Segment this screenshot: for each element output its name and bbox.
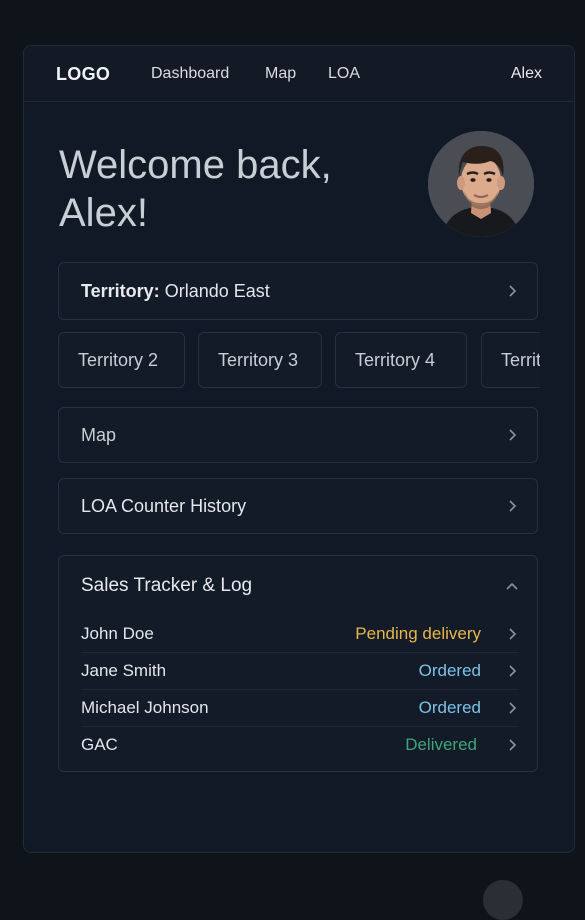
welcome-line-1: Welcome back, (59, 143, 332, 187)
top-nav: LOGO Dashboard Map LOA Alex (24, 46, 574, 102)
chevron-right-icon (509, 500, 517, 512)
app-card: LOGO Dashboard Map LOA Alex Welcome back… (23, 45, 575, 853)
territory-label: Territory: Orlando East (81, 281, 270, 302)
sales-log-row[interactable]: John Doe Pending delivery (81, 616, 519, 653)
customer-name: GAC (81, 735, 118, 754)
sales-log-row[interactable]: Michael Johnson Ordered (81, 690, 519, 727)
chevron-right-icon (509, 665, 517, 677)
territory-chip-strip: Territory 2 Territory 3 Territory 4 Terr… (58, 332, 540, 390)
sales-tracker-panel: Sales Tracker & Log John Doe Pending del… (58, 555, 538, 772)
map-row[interactable]: Map (58, 407, 538, 463)
chevron-right-icon (509, 739, 517, 751)
territory-chip[interactable]: Territory 5 (481, 332, 540, 388)
status-badge: Delivered (405, 735, 477, 754)
chevron-right-icon (509, 702, 517, 714)
sales-log-row[interactable]: GAC Delivered (81, 727, 519, 763)
floating-action-button[interactable] (483, 880, 523, 920)
logo[interactable]: LOGO (56, 64, 110, 85)
nav-link-dashboard[interactable]: Dashboard (151, 65, 229, 83)
status-badge: Ordered (418, 698, 481, 717)
loa-counter-history-row[interactable]: LOA Counter History (58, 478, 538, 534)
chevron-up-icon[interactable] (505, 580, 519, 594)
territory-chip[interactable]: Territory 3 (198, 332, 322, 388)
avatar-portrait-icon (428, 131, 534, 237)
nav-link-map[interactable]: Map (265, 65, 296, 83)
welcome-heading: Welcome back, Alex! (59, 141, 332, 237)
map-label: Map (81, 425, 117, 445)
loa-history-label: LOA Counter History (81, 496, 247, 516)
chevron-right-icon (509, 285, 517, 297)
territory-value: Orlando East (164, 281, 270, 301)
chevron-right-icon (509, 429, 517, 441)
customer-name: John Doe (81, 624, 154, 643)
avatar[interactable] (428, 131, 534, 237)
nav-link-loa[interactable]: LOA (328, 65, 360, 83)
territory-chip[interactable]: Territory 4 (335, 332, 467, 388)
status-badge: Ordered (418, 661, 481, 680)
territory-chip[interactable]: Territory 2 (58, 332, 185, 388)
sales-log-row[interactable]: Jane Smith Ordered (81, 653, 519, 690)
status-badge: Pending delivery (355, 624, 481, 643)
territory-selector[interactable]: Territory: Orlando East (58, 262, 538, 320)
sales-tracker-title: Sales Tracker & Log (81, 575, 253, 596)
customer-name: Michael Johnson (81, 698, 209, 717)
territory-prefix: Territory: (81, 281, 160, 301)
user-menu[interactable]: Alex (511, 65, 542, 83)
welcome-user-name: Alex! (59, 191, 148, 235)
chevron-right-icon (509, 628, 517, 640)
customer-name: Jane Smith (81, 661, 167, 680)
